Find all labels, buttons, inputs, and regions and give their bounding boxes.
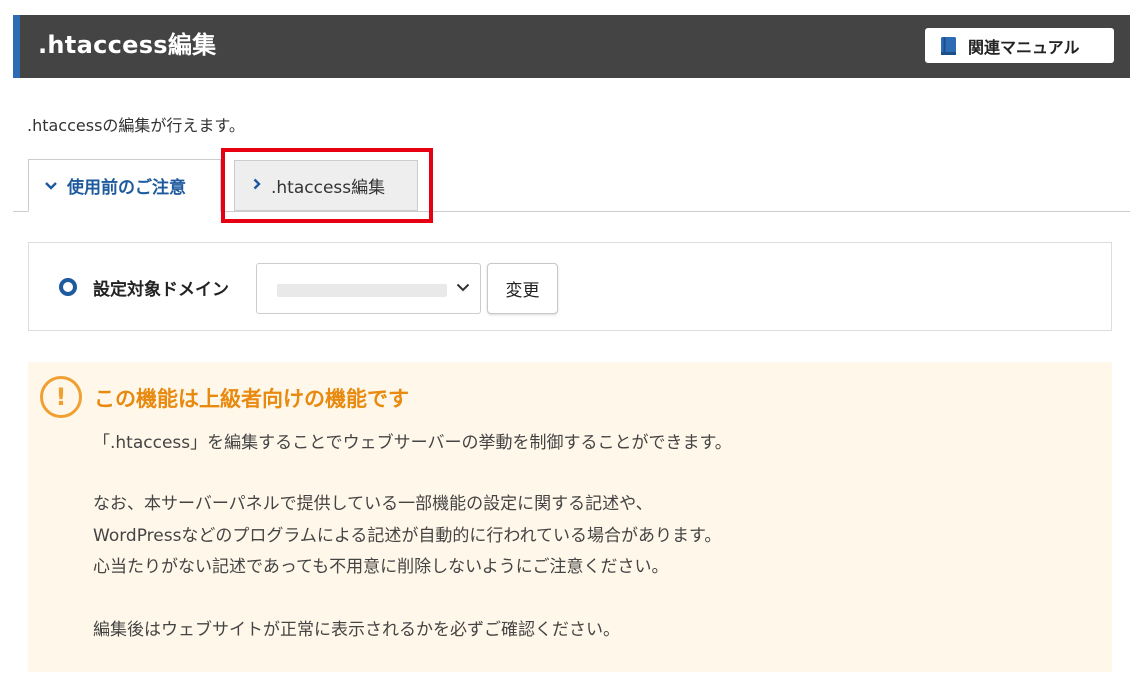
page-title: .htaccess編集 bbox=[38, 31, 217, 59]
book-icon bbox=[941, 36, 956, 55]
chevron-down-icon bbox=[456, 277, 470, 296]
domain-label: 設定対象ドメイン bbox=[93, 280, 229, 300]
page-header: .htaccess編集 関連マニュアル bbox=[13, 15, 1130, 78]
warning-text: WordPressなどのプログラムによる記述が自動的に行われている場合があります… bbox=[93, 526, 722, 546]
warning-text: なお、本サーバーパネルで提供している一部機能の設定に関する記述や、 bbox=[93, 494, 653, 514]
related-manual-label: 関連マニュアル bbox=[968, 37, 1080, 57]
exclamation-icon: ! bbox=[40, 376, 82, 418]
chevron-right-icon bbox=[253, 178, 261, 194]
page-description: .htaccessの編集が行えます。 bbox=[27, 116, 245, 135]
tab-usage-notice-label: 使用前のご注意 bbox=[67, 178, 186, 198]
change-button[interactable]: 変更 bbox=[487, 263, 558, 314]
warning-text: 編集後はウェブサイトが正常に表示されるかを必ずご確認ください。 bbox=[93, 620, 620, 640]
tab-htaccess-edit[interactable]: .htaccess編集 bbox=[234, 160, 418, 211]
domain-panel: 設定対象ドメイン 変更 bbox=[28, 242, 1112, 331]
tab-usage-notice[interactable]: 使用前のご注意 bbox=[28, 159, 221, 212]
domain-select[interactable] bbox=[256, 263, 481, 314]
warning-text: 心当たりがない記述であっても不用意に削除しないようにご注意ください。 bbox=[93, 557, 669, 577]
redacted-domain bbox=[277, 284, 447, 297]
tab-htaccess-edit-label: .htaccess編集 bbox=[271, 178, 386, 198]
warning-panel: ! この機能は上級者向けの機能です 「.htaccess」を編集することでウェブ… bbox=[28, 362, 1112, 672]
warning-text: 「.htaccess」を編集することでウェブサーバーの挙動を制御することができま… bbox=[93, 433, 732, 453]
warning-title: この機能は上級者向けの機能です bbox=[94, 387, 409, 411]
circle-bullet-icon bbox=[59, 278, 77, 296]
chevron-down-icon bbox=[45, 179, 57, 193]
related-manual-button[interactable]: 関連マニュアル bbox=[925, 28, 1114, 63]
